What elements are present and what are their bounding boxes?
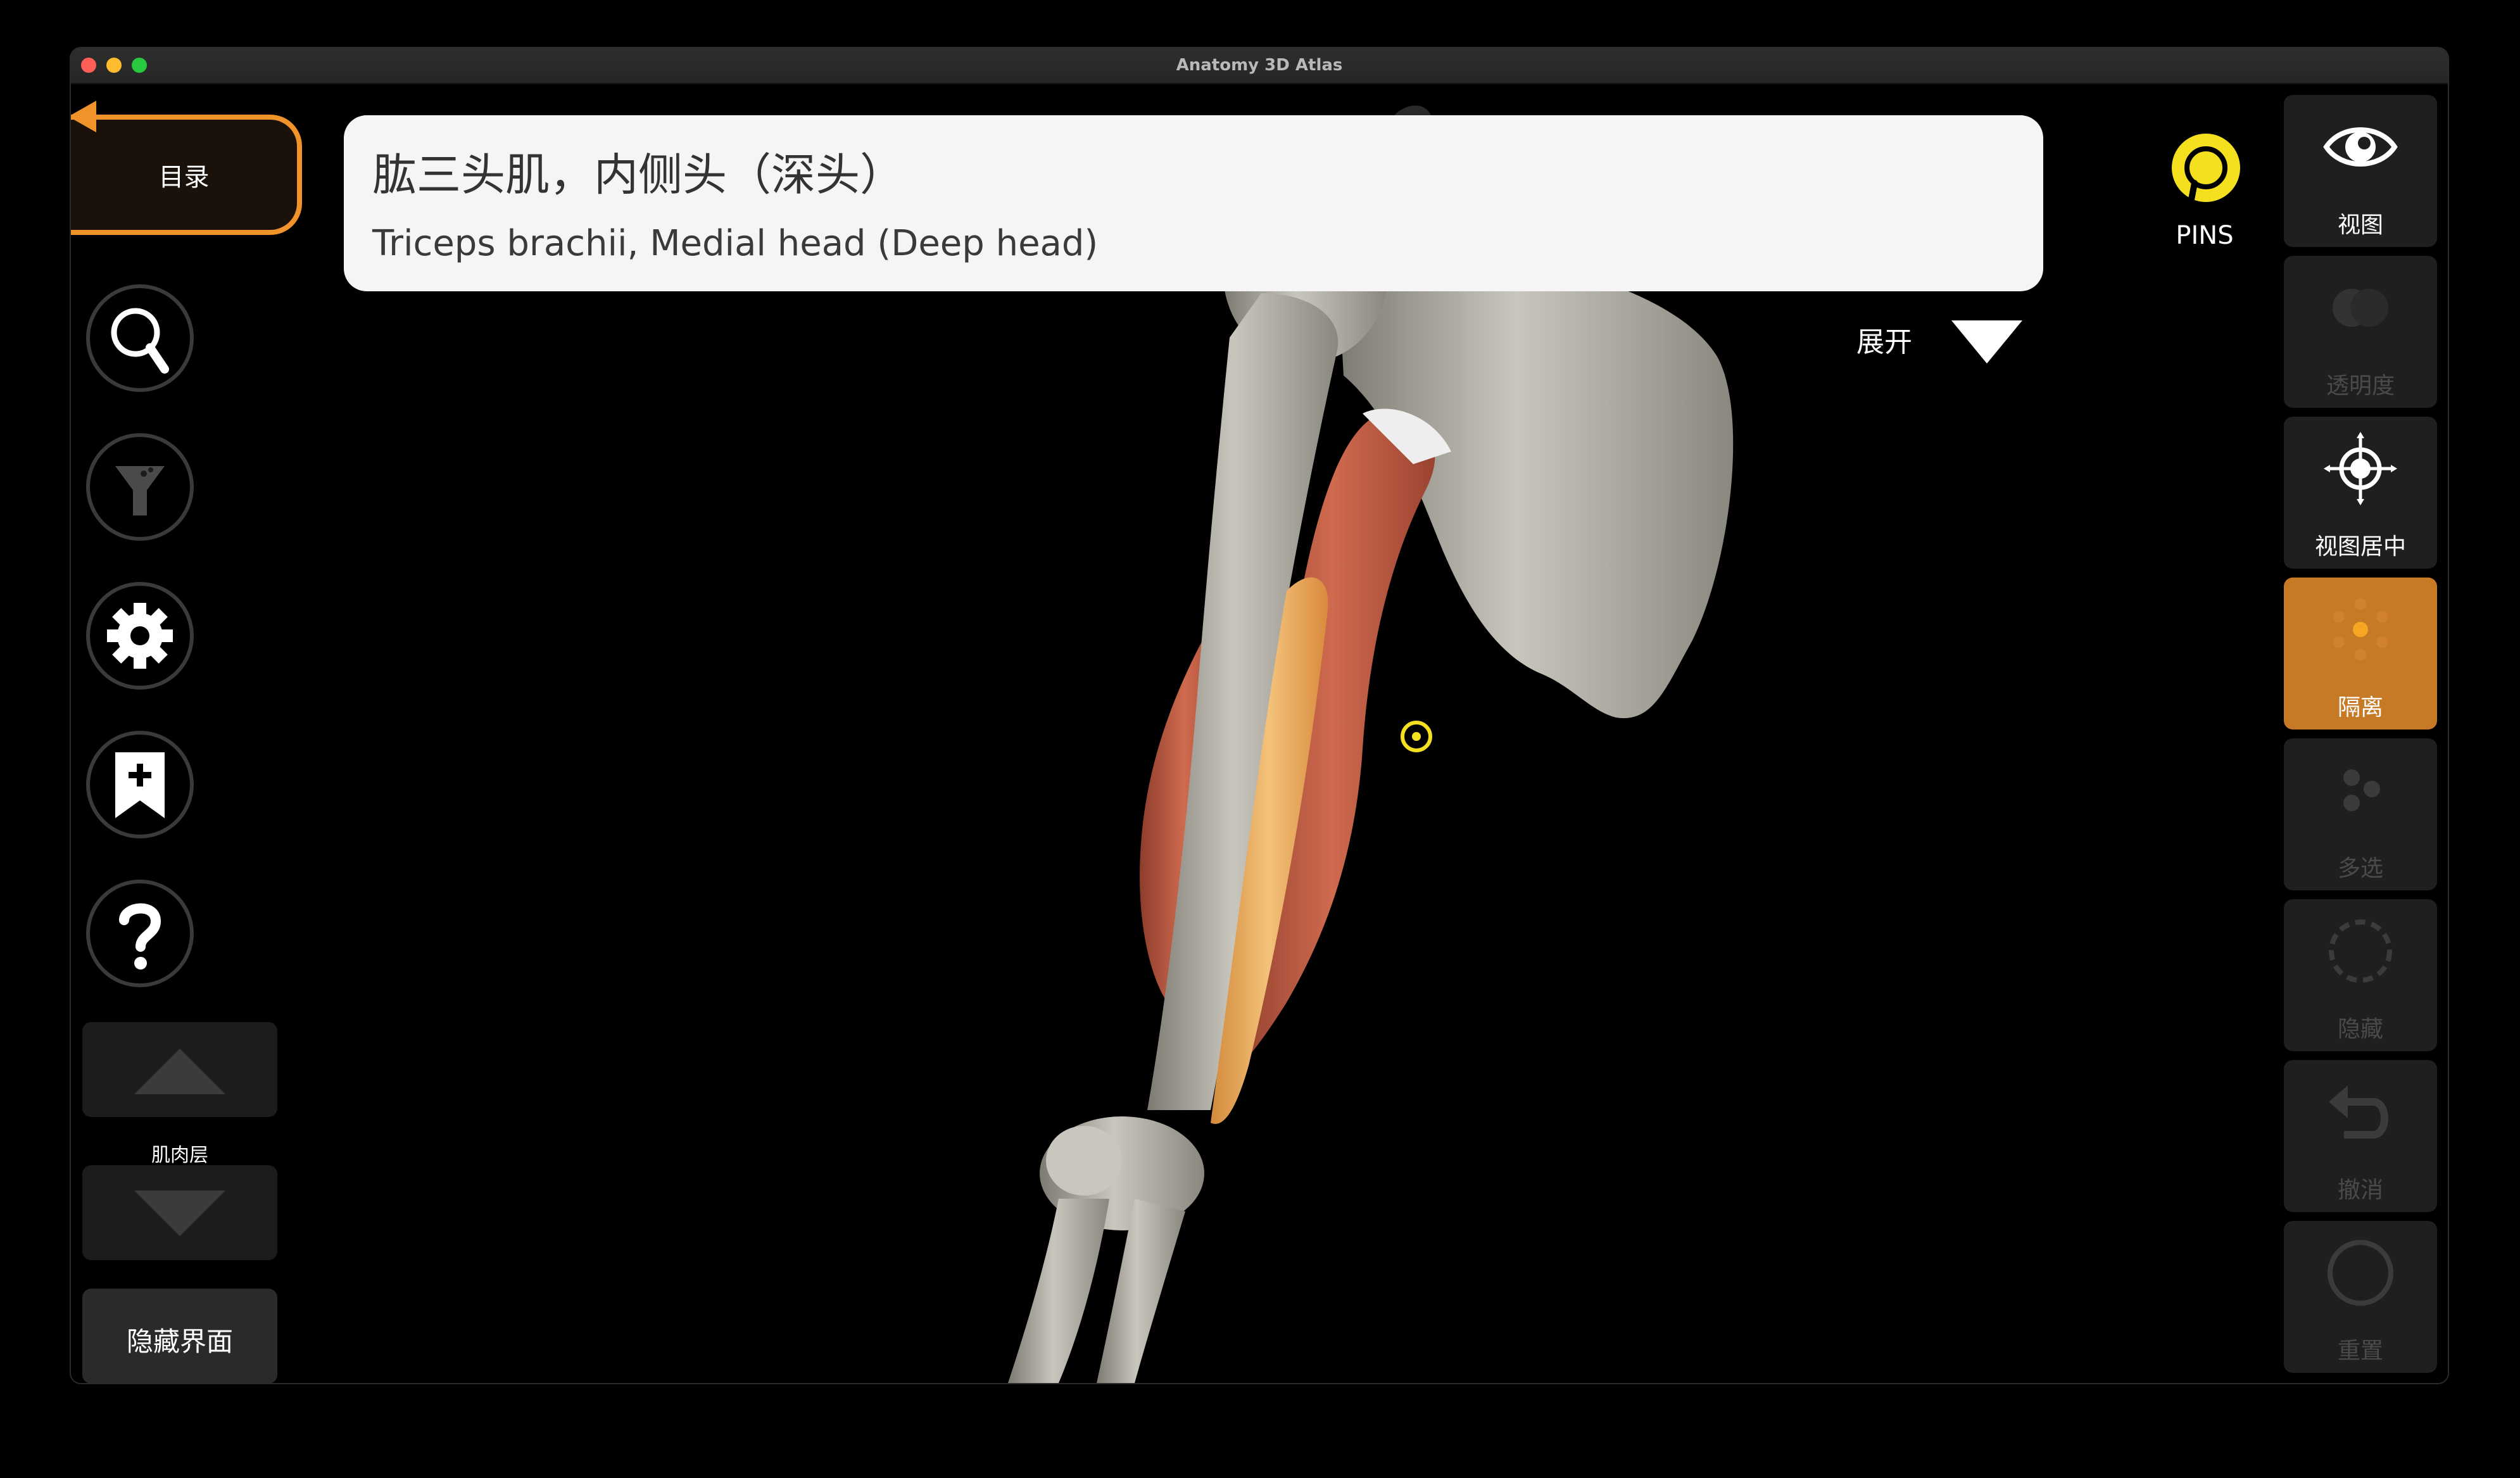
ulna[interactable] — [1008, 1199, 1109, 1383]
eye-icon — [2323, 127, 2398, 167]
hide-label: 隐藏 — [2337, 1016, 2383, 1042]
transparency-button[interactable]: 透明度 — [2284, 256, 2437, 408]
settings-button[interactable] — [86, 582, 194, 690]
hide-ui-button[interactable]: 隐藏界面 — [82, 1289, 277, 1383]
search-button[interactable] — [86, 284, 194, 392]
undo-button[interactable]: 撤消 — [2284, 1060, 2437, 1212]
multiselect-button[interactable]: 多选 — [2284, 738, 2437, 890]
center-view-button[interactable]: 视图居中 — [2284, 417, 2437, 569]
filter-icon — [115, 466, 165, 515]
isolate-button[interactable]: 隔离 — [2284, 578, 2437, 730]
triangle-down-icon — [1951, 320, 2022, 363]
hide-button[interactable]: 隐藏 — [2284, 899, 2437, 1051]
title-bar: Anatomy 3D Atlas — [71, 48, 2448, 84]
expand-toggle[interactable]: 展开 — [1856, 308, 2034, 371]
isolate-icon — [2333, 598, 2388, 660]
reset-button[interactable]: 重置 — [2284, 1221, 2437, 1373]
view-button[interactable]: 视图 — [2284, 95, 2437, 247]
structure-title-card: 肱三头肌，内侧头（深头） Triceps brachii, Medial hea… — [344, 115, 2043, 291]
structure-name-zh: 肱三头肌，内侧头（深头） — [372, 149, 904, 201]
hide-ui-label: 隐藏界面 — [126, 1326, 233, 1357]
transparency-icon — [2333, 289, 2388, 327]
search-icon — [111, 308, 169, 374]
center-view-label: 视图居中 — [2314, 534, 2406, 560]
layer-down-button[interactable] — [82, 1165, 277, 1260]
layer-label: 肌肉层 — [151, 1144, 208, 1166]
isolate-label: 隔离 — [2337, 695, 2383, 721]
expand-label: 展开 — [1856, 326, 1912, 358]
undo-label: 撤消 — [2337, 1177, 2383, 1203]
pins-label: PINS — [2176, 221, 2234, 250]
selection-pin-icon[interactable] — [1397, 717, 1435, 755]
gear-icon — [107, 603, 173, 669]
help-button[interactable] — [86, 880, 194, 987]
layer-up-button[interactable] — [82, 1022, 277, 1117]
reset-label: 重置 — [2337, 1338, 2383, 1364]
view-label: 视图 — [2337, 212, 2383, 238]
catalog-label: 目录 — [158, 163, 210, 192]
add-bookmark-button[interactable] — [86, 731, 194, 838]
window-title: Anatomy 3D Atlas — [1176, 56, 1343, 75]
transparency-label: 透明度 — [2326, 373, 2395, 399]
structure-name-en: Triceps brachii, Medial head (Deep head) — [372, 223, 1099, 264]
multiselect-label: 多选 — [2337, 856, 2383, 881]
help-icon — [119, 903, 161, 970]
undo-icon — [2329, 1085, 2388, 1139]
triangle-up-icon — [134, 1049, 225, 1094]
crosshair-icon — [2324, 432, 2397, 505]
catalog-button[interactable]: 目录 — [71, 101, 302, 235]
pin-icon — [2172, 134, 2240, 219]
filter-button[interactable] — [86, 433, 194, 541]
pins-button[interactable]: PINS — [2141, 132, 2268, 265]
bookmark-add-icon — [115, 752, 165, 818]
olecranon[interactable] — [1046, 1126, 1122, 1196]
multiselect-icon — [2343, 769, 2380, 811]
triangle-down-icon — [134, 1191, 225, 1236]
app-window: Anatomy 3D Atlas 目录 肱三头肌，内侧头（深头） Triceps… — [71, 48, 2448, 1383]
hide-icon — [2329, 919, 2392, 983]
reset-icon — [2328, 1240, 2393, 1306]
